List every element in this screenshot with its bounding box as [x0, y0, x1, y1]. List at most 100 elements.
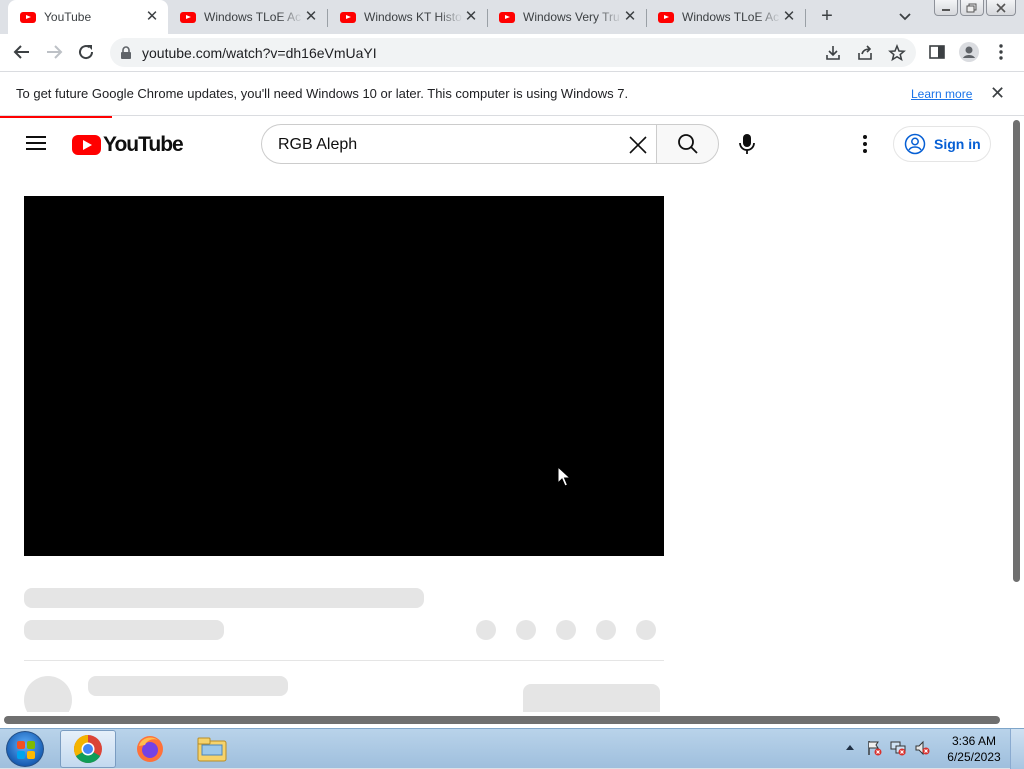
scrollbar-thumb[interactable] — [4, 716, 1000, 724]
tab-search-chevron-icon[interactable] — [896, 7, 914, 25]
youtube-wordmark: YouTube — [103, 133, 184, 156]
chrome-icon — [74, 735, 102, 763]
youtube-play-icon — [72, 135, 101, 155]
vertical-scrollbar[interactable] — [1010, 116, 1024, 728]
reload-icon — [79, 45, 94, 60]
tab-title: Windows KT Histo — [364, 10, 462, 24]
settings-kebab-icon[interactable] — [856, 133, 874, 155]
search-input[interactable]: RGB Aleph — [261, 124, 656, 164]
youtube-favicon-icon — [180, 11, 196, 23]
action-skeleton — [516, 620, 536, 640]
youtube-logo[interactable]: YouTube — [72, 133, 184, 157]
windows-taskbar: 3:36 AM 6/25/2023 — [0, 728, 1024, 769]
clear-search-icon[interactable] — [628, 135, 648, 155]
tab-windows-tloe-1[interactable]: Windows TLoE Ac ✕ — [168, 0, 327, 34]
sign-in-label: Sign in — [934, 136, 981, 152]
tab-close-icon[interactable]: ✕ — [622, 9, 638, 25]
youtube-favicon-icon — [20, 11, 36, 23]
youtube-header: YouTube RGB Aleph Sign in — [0, 116, 1010, 172]
lock-icon — [121, 46, 131, 59]
meta-skeleton — [24, 620, 224, 640]
voice-search-button[interactable] — [729, 126, 765, 162]
infobar-message: To get future Google Chrome updates, you… — [16, 86, 629, 101]
clock-time: 3:36 AM — [951, 734, 997, 748]
close-icon — [996, 2, 1006, 13]
close-window-button[interactable] — [986, 0, 1016, 16]
scrollbar-thumb[interactable] — [1013, 120, 1020, 582]
system-clock[interactable]: 3:36 AM 6/25/2023 — [944, 733, 1004, 765]
taskbar-chrome[interactable] — [60, 730, 116, 768]
reload-button[interactable] — [74, 40, 98, 64]
search-icon — [677, 134, 698, 154]
chrome-menu-button[interactable] — [990, 41, 1012, 63]
back-arrow-icon — [13, 45, 29, 59]
action-skeleton — [476, 620, 496, 640]
update-infobar: To get future Google Chrome updates, you… — [0, 71, 1024, 116]
show-hidden-icons-icon[interactable] — [845, 743, 855, 751]
clock-date: 6/25/2023 — [947, 750, 1001, 764]
minimize-button[interactable] — [934, 0, 958, 16]
profile-button[interactable] — [958, 41, 980, 63]
kebab-menu-icon — [999, 44, 1003, 60]
action-center-flag-icon[interactable] — [866, 740, 882, 756]
tab-close-icon[interactable]: ✕ — [144, 9, 160, 25]
taskbar-file-explorer[interactable] — [184, 730, 240, 768]
tab-close-icon[interactable]: ✕ — [463, 9, 479, 25]
bookmark-star-icon[interactable] — [888, 43, 906, 62]
side-panel-button[interactable] — [926, 41, 948, 63]
tab-close-icon[interactable]: ✕ — [303, 9, 319, 25]
action-skeleton — [636, 620, 656, 640]
tab-windows-kt-history[interactable]: Windows KT Histo ✕ — [328, 0, 487, 34]
side-panel-icon — [929, 45, 945, 59]
back-button[interactable] — [10, 40, 34, 64]
install-app-icon[interactable] — [824, 44, 842, 62]
window-controls — [934, 0, 1016, 16]
tab-title: Windows TLoE Ac — [204, 10, 302, 24]
share-icon[interactable] — [856, 44, 874, 62]
windows-logo-icon — [17, 741, 35, 759]
minimize-icon — [942, 8, 950, 11]
new-tab-button[interactable]: + — [816, 5, 838, 27]
tab-youtube[interactable]: YouTube ✕ — [8, 0, 168, 34]
guide-menu-icon[interactable] — [26, 136, 46, 150]
tab-windows-very-true[interactable]: Windows Very Tru ✕ — [487, 0, 646, 34]
taskbar-firefox[interactable] — [122, 730, 178, 768]
tab-close-icon[interactable]: ✕ — [781, 9, 797, 25]
youtube-favicon-icon — [499, 11, 515, 23]
forward-button[interactable] — [42, 40, 66, 64]
youtube-favicon-icon — [658, 11, 674, 23]
video-player[interactable] — [24, 196, 664, 556]
account-circle-icon — [904, 133, 926, 155]
section-divider — [24, 660, 664, 661]
tab-strip: YouTube ✕ Windows TLoE Ac ✕ Windows KT H… — [0, 0, 1024, 34]
youtube-page: YouTube RGB Aleph Sign in — [0, 116, 1024, 728]
browser-toolbar: youtube.com/watch?v=dh16eVmUaYI — [0, 34, 1024, 71]
tab-title: Windows TLoE Ac — [682, 10, 780, 24]
volume-muted-icon[interactable] — [914, 740, 930, 756]
network-icon[interactable] — [890, 740, 906, 756]
learn-more-link[interactable]: Learn more — [911, 87, 972, 101]
file-explorer-icon — [197, 737, 227, 762]
microphone-icon — [739, 134, 755, 154]
address-bar[interactable]: youtube.com/watch?v=dh16eVmUaYI — [110, 38, 916, 67]
url-text[interactable]: youtube.com/watch?v=dh16eVmUaYI — [142, 45, 377, 61]
show-desktop-button[interactable] — [1010, 729, 1024, 769]
search-button[interactable] — [656, 124, 719, 164]
tab-separator — [805, 9, 806, 27]
action-skeleton — [596, 620, 616, 640]
tab-windows-tloe-2[interactable]: Windows TLoE Ac ✕ — [646, 0, 805, 34]
sign-in-button[interactable]: Sign in — [893, 126, 991, 162]
mouse-cursor-icon — [557, 466, 571, 487]
forward-arrow-icon — [47, 45, 63, 59]
tab-title: YouTube — [44, 10, 92, 24]
infobar-close-icon[interactable]: ✕ — [990, 83, 1005, 104]
title-skeleton — [24, 588, 424, 608]
profile-avatar-icon — [959, 42, 979, 62]
search-query-text[interactable]: RGB Aleph — [278, 136, 357, 154]
horizontal-scrollbar[interactable] — [0, 712, 1010, 728]
action-skeleton — [556, 620, 576, 640]
channel-name-skeleton — [88, 676, 288, 696]
restore-button[interactable] — [960, 0, 984, 16]
youtube-favicon-icon — [340, 11, 356, 23]
start-button[interactable] — [6, 731, 44, 767]
